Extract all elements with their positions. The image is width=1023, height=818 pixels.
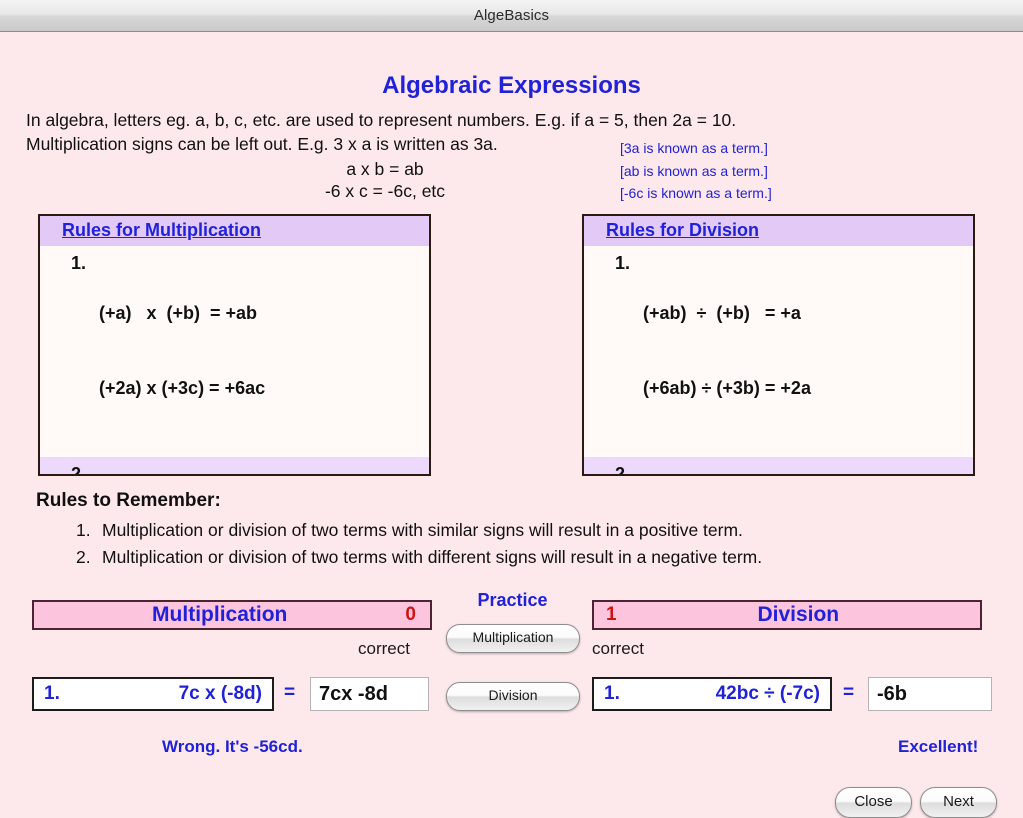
division-score-label: Division — [757, 603, 840, 626]
question-index: 1. — [604, 683, 620, 704]
list-item: 2. Multiplication or division of two term… — [76, 544, 762, 571]
window-titlebar: AlgeBasics — [0, 0, 1023, 32]
intro-line-1: In algebra, letters eg. a, b, c, etc. ar… — [26, 110, 737, 130]
rule-number: 1. — [614, 253, 630, 273]
list-item-number: 2. — [76, 547, 91, 567]
rule-line: (+2a) x (+3c) = +6ac — [94, 378, 266, 398]
rule-number: 2. — [70, 464, 86, 476]
list-item-number: 1. — [76, 520, 91, 540]
multiplication-correct-label: correct — [358, 639, 410, 658]
rule-line: (+ab) ÷ (+b) = +a — [638, 303, 801, 323]
list-item-text: Multiplication or division of two terms … — [102, 547, 763, 567]
equals-sign: = — [284, 682, 296, 703]
lesson-canvas: Algebraic Expressions In algebra, letter… — [0, 32, 1023, 818]
multiplication-score-label: Multiplication — [152, 603, 288, 626]
multiplication-question-box: 1. 7c x (-8d) — [32, 677, 274, 711]
division-feedback: Excellent! — [898, 737, 979, 756]
rules-for-multiplication-box: Rules for Multiplication 1. (+a) x (+b) … — [38, 214, 431, 476]
rule-number: 2. — [614, 464, 630, 476]
multiplication-score-bar: Multiplication 0 — [32, 600, 432, 630]
rule-number: 1. — [70, 253, 86, 273]
division-score-count: 1 — [606, 604, 617, 625]
intro-line-2: Multiplication signs can be left out. E.… — [26, 134, 498, 154]
division-answer-input[interactable]: -6b — [868, 677, 992, 711]
term-note-2: [ab is known as a term.] — [620, 163, 768, 179]
question-expression: 42bc ÷ (-7c) — [715, 683, 820, 704]
multiplication-score-count: 0 — [405, 604, 416, 625]
page-title: Algebraic Expressions — [382, 72, 641, 99]
multiplication-feedback: Wrong. It's -56cd. — [162, 737, 303, 756]
rules-division-heading: Rules for Division — [584, 216, 973, 246]
rule-row: 2. (-b) x (-c) = +bc (-2c) x (-3d) = +6c… — [40, 457, 429, 476]
term-note-3: [-6c is known as a term.] — [620, 185, 772, 201]
equals-sign: = — [843, 682, 855, 703]
practice-division-button[interactable]: Division — [446, 682, 580, 711]
rule-body: (-b) x (-c) = +bc (-2c) x (-3d) = +6cd — [94, 462, 429, 474]
rule-body: (+ab) ÷ (+b) = +a (+6ab) ÷ (+3b) = +2a — [638, 251, 973, 451]
rules-for-division-box: Rules for Division 1. (+ab) ÷ (+b) = +a … — [582, 214, 975, 476]
term-note-1: [3a is known as a term.] — [620, 140, 768, 156]
rules-division-heading-text: Rules for Division — [606, 220, 760, 240]
rule-body: (+a) x (+b) = +ab (+2a) x (+3c) = +6ac — [94, 251, 429, 451]
list-item-text: Multiplication or division of two terms … — [102, 520, 743, 540]
division-correct-label: correct — [592, 639, 644, 658]
multiplication-answer-input[interactable]: 7cx -8d — [310, 677, 429, 711]
close-button[interactable]: Close — [835, 787, 912, 818]
rules-multiplication-heading: Rules for Multiplication — [40, 216, 429, 246]
intro-text: In algebra, letters eg. a, b, c, etc. ar… — [26, 108, 1006, 156]
division-score-bar: 1 Division — [592, 600, 982, 630]
rules-multiplication-heading-text: Rules for Multiplication — [62, 220, 262, 240]
rules-to-remember-title: Rules to Remember: — [36, 490, 221, 511]
question-expression: 7c x (-8d) — [178, 683, 262, 704]
rule-row: 2. (-bc) ÷ (-c) = +b (-6bc) ÷ (-3c) = +2… — [584, 457, 973, 476]
division-question-box: 1. 42bc ÷ (-7c) — [592, 677, 832, 711]
rule-row: 1. (+a) x (+b) = +ab (+2a) x (+3c) = +6a… — [40, 246, 429, 457]
list-item: 1. Multiplication or division of two term… — [76, 517, 762, 544]
practice-multiplication-button[interactable]: Multiplication — [446, 624, 580, 653]
rule-row: 1. (+ab) ÷ (+b) = +a (+6ab) ÷ (+3b) = +2… — [584, 246, 973, 457]
next-button[interactable]: Next — [920, 787, 997, 818]
practice-title: Practice — [477, 590, 548, 610]
rule-body: (-bc) ÷ (-c) = +b (-6bc) ÷ (-3c) = +2b — [638, 462, 973, 474]
rules-to-remember-list: 1. Multiplication or division of two term… — [76, 517, 762, 571]
rule-line: (+a) x (+b) = +ab — [94, 303, 258, 323]
rule-line: (+6ab) ÷ (+3b) = +2a — [638, 378, 811, 398]
window-title: AlgeBasics — [473, 7, 550, 24]
question-index: 1. — [44, 683, 60, 704]
